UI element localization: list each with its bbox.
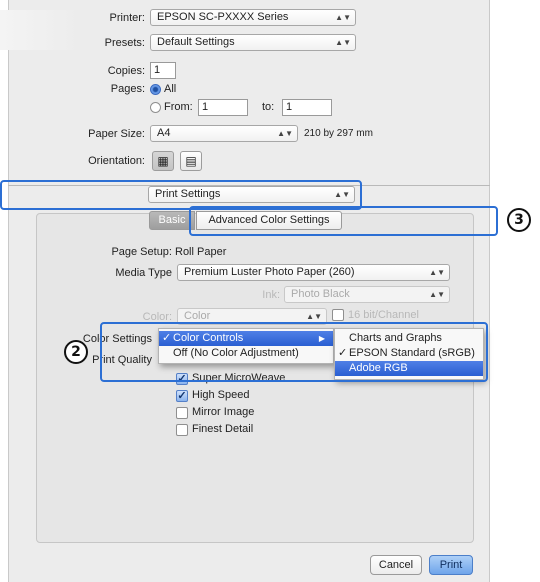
media-type-label: Media Type: [115, 267, 172, 279]
finest-detail-checkbox[interactable]: [176, 424, 188, 436]
mirror-image-label: Mirror Image: [192, 406, 255, 418]
paper-size-popup[interactable]: A4 ▲▼: [150, 125, 298, 142]
popup-arrows-icon: ▲▼: [335, 13, 351, 22]
popup-arrows-icon: ▲▼: [429, 268, 445, 277]
popup-arrows-icon: ▲▼: [277, 129, 293, 138]
callout-badge-2: 2: [64, 340, 88, 364]
pages-to-label: to:: [262, 101, 275, 113]
pages-all-label: All: [164, 83, 177, 95]
mirror-image-checkbox[interactable]: [176, 407, 188, 419]
sixteen-bit-checkbox[interactable]: [332, 309, 344, 321]
orientation-label: Orientation:: [88, 155, 145, 167]
high-speed-checkbox[interactable]: ✓: [176, 390, 188, 402]
presets-value: Default Settings: [157, 36, 235, 48]
cancel-button[interactable]: Cancel: [370, 555, 422, 575]
landscape-icon: ▤: [185, 154, 197, 168]
printer-label: Printer:: [109, 12, 145, 24]
pages-label: Pages:: [110, 83, 145, 95]
paper-size-value: A4: [157, 127, 171, 139]
copies-label: Copies:: [107, 65, 145, 77]
pages-from-label: From:: [164, 101, 193, 113]
sixteen-bit-label: 16 bit/Channel: [348, 309, 419, 321]
callout-highlight-color-menu: [100, 322, 488, 382]
page-setup-value: Roll Paper: [175, 246, 227, 258]
callout-badge-3: 3: [507, 208, 531, 232]
print-button[interactable]: Print: [429, 555, 473, 575]
pages-from-field[interactable]: 1: [198, 99, 248, 116]
ink-label: Ink:: [262, 289, 280, 301]
popup-arrows-icon: ▲▼: [335, 38, 351, 47]
copies-field[interactable]: 1: [150, 62, 176, 79]
color-value: Color: [184, 310, 211, 322]
page-setup-label: Page Setup:: [111, 246, 172, 258]
presets-label: Presets:: [104, 37, 145, 49]
finest-detail-label: Finest Detail: [192, 423, 254, 435]
high-speed-label: High Speed: [192, 389, 250, 401]
pages-all-radio[interactable]: [150, 84, 161, 95]
paper-size-label: Paper Size:: [88, 128, 145, 140]
portrait-icon: ▦: [157, 154, 169, 168]
landscape-orientation-button[interactable]: ▤: [180, 151, 202, 171]
media-type-popup[interactable]: Premium Luster Photo Paper (260) ▲▼: [177, 264, 450, 281]
paper-dimensions: 210 by 297 mm: [304, 128, 373, 139]
pages-to-field[interactable]: 1: [282, 99, 332, 116]
ink-value: Photo Black: [291, 288, 350, 300]
printer-popup[interactable]: EPSON SC-PXXXX Series ▲▼: [150, 9, 356, 26]
media-type-value: Premium Luster Photo Paper (260): [184, 266, 355, 278]
pages-from-radio[interactable]: [150, 102, 161, 113]
presets-popup[interactable]: Default Settings ▲▼: [150, 34, 356, 51]
portrait-orientation-button[interactable]: ▦: [152, 151, 174, 171]
callout-highlight-tab: [189, 206, 498, 236]
printer-value: EPSON SC-PXXXX Series: [157, 11, 289, 23]
ink-popup[interactable]: Photo Black ▲▼: [284, 286, 450, 303]
popup-arrows-icon: ▲▼: [429, 290, 445, 299]
